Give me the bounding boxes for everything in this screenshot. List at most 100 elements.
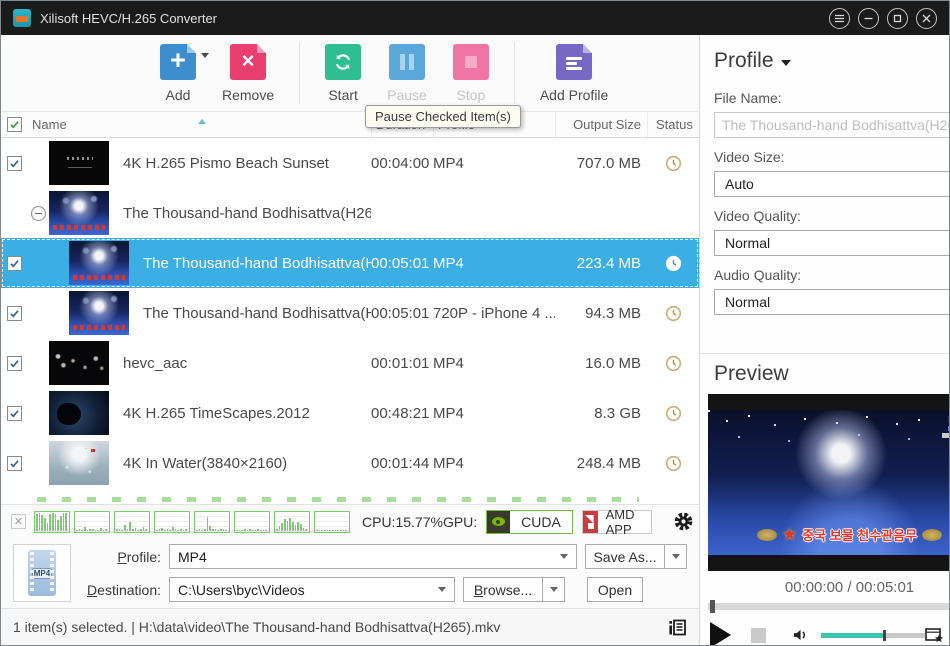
column-header-name[interactable]: Name: [28, 112, 371, 137]
start-icon: [325, 44, 361, 80]
list-item[interactable]: hevc_aac 00:01:01 MP4 16.0 MB: [1, 338, 699, 388]
list-item[interactable]: The Thousand-hand Bodhisattva(H265)... 0…: [1, 238, 699, 288]
dropdown-arrow-icon: [438, 587, 446, 592]
add-icon: +: [160, 44, 196, 80]
banner-text: 중국 보물 천수관음무: [802, 525, 917, 544]
maximize-icon: [892, 13, 903, 24]
video-quality-label: Video Quality:: [714, 208, 950, 224]
menu-button[interactable]: [829, 8, 850, 29]
profile-title-dropdown-icon[interactable]: [781, 60, 791, 66]
stop-playback-button[interactable]: [751, 628, 766, 643]
row-checkbox[interactable]: [7, 356, 22, 371]
save-as-dropdown[interactable]: [664, 545, 686, 568]
list-item[interactable]: The Thousand-hand Bodhisattva(H265): [1, 188, 699, 238]
cpu-core-meters: [34, 511, 350, 533]
play-button[interactable]: [710, 622, 731, 646]
close-icon: [921, 13, 932, 24]
item-name: 4K H.265 TimeScapes.2012: [109, 405, 371, 422]
destination-combobox[interactable]: C:\Users\byc\Videos: [169, 577, 455, 602]
pause-button[interactable]: Pause: [387, 44, 427, 103]
toolbar-separator: [514, 42, 515, 104]
add-button[interactable]: + Add: [160, 44, 196, 103]
item-status: [647, 455, 699, 472]
save-as-button[interactable]: Save As...: [585, 544, 687, 569]
seek-handle[interactable]: [710, 600, 715, 613]
open-button[interactable]: Open: [587, 577, 643, 602]
add-profile-label: Add Profile: [540, 87, 608, 103]
list-item[interactable]: 4K H.265 TimeScapes.2012 00:48:21 MP4 8.…: [1, 388, 699, 438]
cpu-meter: [274, 511, 310, 533]
volume-slider[interactable]: [821, 633, 925, 638]
close-button[interactable]: [916, 8, 937, 29]
snapshot-folder-icon[interactable]: [925, 626, 945, 644]
item-duration: 00:05:01: [371, 305, 433, 322]
pause-icon: [389, 44, 425, 80]
video-thumbnail: [49, 391, 109, 435]
add-profile-button[interactable]: Add Profile: [540, 44, 608, 103]
profile-combobox[interactable]: MP4: [169, 544, 577, 569]
select-all-checkbox[interactable]: [7, 117, 22, 132]
browse-dropdown[interactable]: [542, 578, 564, 601]
browse-button[interactable]: Browse...: [463, 577, 565, 602]
maximize-button[interactable]: [887, 8, 908, 29]
item-output-size: 223.4 MB: [555, 255, 647, 272]
speaker-icon: [792, 627, 811, 643]
settings-button[interactable]: [673, 511, 694, 532]
minimize-icon: [863, 13, 874, 24]
start-button[interactable]: Start: [325, 44, 361, 103]
item-name: hevc_aac: [109, 355, 371, 372]
audio-quality-label: Audio Quality:: [714, 267, 950, 283]
add-dropdown-caret-icon[interactable]: [201, 53, 209, 58]
row-checkbox[interactable]: [7, 406, 22, 421]
item-name: The Thousand-hand Bodhisattva(H265)...: [129, 305, 371, 322]
item-output-size: 16.0 MB: [555, 355, 647, 372]
remove-label: Remove: [222, 87, 274, 103]
app-window: Xilisoft HEVC/H.265 Converter +: [0, 0, 950, 646]
item-duration: 00:04:00: [371, 155, 433, 172]
queue-info-button[interactable]: [667, 618, 687, 637]
list-item[interactable]: 4K In Water(3840×2160) 00:01:44 MP4 248.…: [1, 438, 699, 488]
item-output-size: 248.4 MB: [555, 455, 647, 472]
profile-panel-title: Profile: [714, 49, 774, 73]
amd-badge[interactable]: AMD APP: [582, 510, 652, 534]
pause-label: Pause: [387, 87, 427, 103]
stop-icon: [453, 44, 489, 80]
video-size-combobox[interactable]: Auto: [714, 171, 950, 197]
column-header-status[interactable]: Status: [647, 112, 699, 137]
row-checkbox[interactable]: [7, 256, 22, 271]
row-checkbox[interactable]: [7, 156, 22, 171]
waiting-clock-icon: [665, 355, 682, 372]
list-item[interactable]: The Thousand-hand Bodhisattva(H265)... 0…: [1, 288, 699, 338]
volume-button[interactable]: [792, 627, 811, 643]
item-profile: MP4: [433, 355, 555, 372]
item-name: 4K In Water(3840×2160): [109, 455, 371, 472]
status-bar: 1 item(s) selected. | H:\data\video\The …: [1, 608, 699, 645]
dropdown-arrow-icon: [560, 554, 568, 559]
row-checkbox[interactable]: [7, 456, 22, 471]
remove-button[interactable]: × Remove: [222, 44, 274, 103]
video-quality-combobox[interactable]: Normal: [714, 230, 950, 256]
column-header-output-size[interactable]: Output Size: [555, 112, 647, 137]
list-item[interactable]: 4K H.265 Pismo Beach Sunset 00:04:00 MP4…: [1, 138, 699, 188]
row-checkbox[interactable]: [7, 306, 22, 321]
cuda-badge[interactable]: CUDA: [486, 510, 573, 534]
minimize-button[interactable]: [858, 8, 879, 29]
cpu-meter: [74, 511, 110, 533]
stop-button[interactable]: Stop: [453, 44, 489, 103]
waiting-clock-icon: [665, 305, 682, 322]
stars-decoration: [708, 410, 710, 412]
title-banner: ★ 중국 보물 천수관음무: [708, 525, 950, 544]
volume-handle[interactable]: [883, 630, 886, 641]
item-name: The Thousand-hand Bodhisattva(H265): [109, 205, 371, 222]
video-preview[interactable]: HD SBS ★ 중국 보물 천수관음무: [708, 394, 950, 571]
app-logo-icon: [13, 9, 31, 27]
seek-bar[interactable]: [708, 603, 950, 610]
file-name-input[interactable]: The Thousand-hand Bodhisattva(H265: [714, 112, 950, 138]
audio-quality-combobox[interactable]: Normal: [714, 289, 950, 315]
collapse-icon[interactable]: [31, 206, 46, 221]
close-meters-icon[interactable]: ✕: [11, 514, 26, 529]
file-name-label: File Name:: [714, 90, 950, 106]
start-label: Start: [328, 87, 358, 103]
cpu-usage-text: CPU:15.77%: [362, 514, 443, 530]
cpu-meter: [194, 511, 230, 533]
